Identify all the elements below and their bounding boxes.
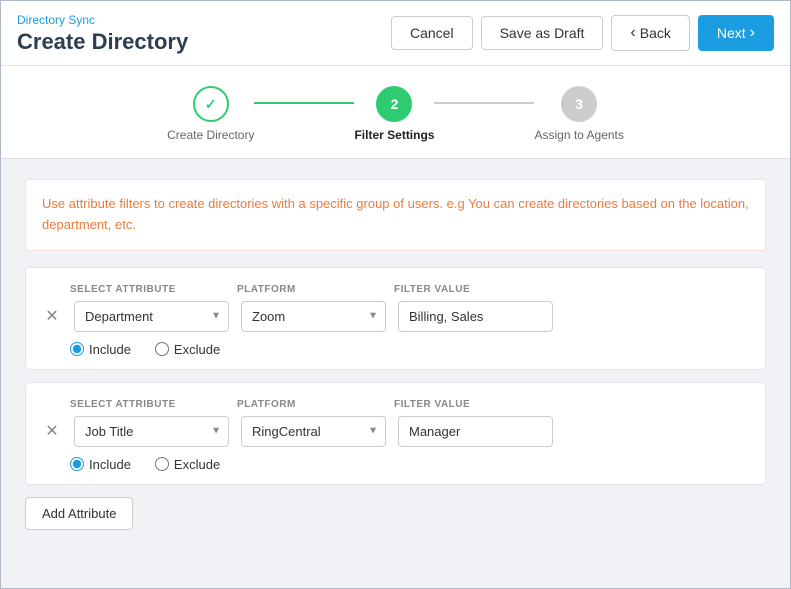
- content-area: Create Directory 2 Filter Settings 3 Ass…: [1, 66, 790, 588]
- step-1-circle: [193, 86, 229, 122]
- filter-value-label-1: FILTER VALUE: [394, 284, 549, 295]
- step-create-directory: Create Directory: [167, 86, 254, 142]
- platform-label-1: PLATFORM: [237, 284, 382, 295]
- filter-value-label-2: FILTER VALUE: [394, 399, 549, 410]
- chevron-right-icon: [750, 24, 755, 42]
- include-radio-2[interactable]: [70, 457, 84, 471]
- step-2-label: Filter Settings: [354, 128, 434, 142]
- attribute-select-2[interactable]: Department Job Title Location Manager: [74, 416, 229, 447]
- remove-filter-2-button[interactable]: ✕: [42, 421, 62, 441]
- connector-2-3: [434, 102, 534, 104]
- page-title: Create Directory: [17, 29, 188, 55]
- main-container: Directory Sync Create Directory Cancel S…: [0, 0, 791, 589]
- filter-inputs-1: ✕ Department Job Title Location Manager …: [42, 301, 749, 332]
- include-option-1[interactable]: Include: [70, 342, 131, 357]
- attribute-select-wrapper-1: Department Job Title Location Manager ▼: [74, 301, 229, 332]
- breadcrumb-link[interactable]: Directory Sync: [17, 13, 95, 27]
- filter-row-1: SELECT ATTRIBUTE PLATFORM FILTER VALUE ✕…: [25, 267, 766, 370]
- add-attribute-button[interactable]: Add Attribute: [25, 497, 133, 530]
- radio-row-2: Include Exclude: [42, 457, 749, 472]
- step-3-label: Assign to Agents: [534, 128, 623, 142]
- radio-row-1: Include Exclude: [42, 342, 749, 357]
- step-2-circle: 2: [376, 86, 412, 122]
- back-button[interactable]: Back: [611, 15, 689, 51]
- header-actions: Cancel Save as Draft Back Next: [391, 15, 774, 51]
- connector-1-2: [254, 102, 354, 104]
- save-draft-button[interactable]: Save as Draft: [481, 16, 604, 50]
- platform-select-wrapper-2: Zoom RingCentral Okta Azure AD ▼: [241, 416, 386, 447]
- filter-inputs-2: ✕ Department Job Title Location Manager …: [42, 416, 749, 447]
- header: Directory Sync Create Directory Cancel S…: [1, 1, 790, 66]
- stepper-container: Create Directory 2 Filter Settings 3 Ass…: [1, 66, 790, 159]
- next-button[interactable]: Next: [698, 15, 774, 51]
- filter-headers-1: SELECT ATTRIBUTE PLATFORM FILTER VALUE: [42, 284, 749, 295]
- exclude-option-2[interactable]: Exclude: [155, 457, 220, 472]
- platform-select-2[interactable]: Zoom RingCentral Okta Azure AD: [241, 416, 386, 447]
- stepper: Create Directory 2 Filter Settings 3 Ass…: [167, 86, 624, 142]
- include-option-2[interactable]: Include: [70, 457, 131, 472]
- filter-value-input-1[interactable]: [398, 301, 553, 332]
- attribute-select-1[interactable]: Department Job Title Location Manager: [74, 301, 229, 332]
- header-left: Directory Sync Create Directory: [17, 11, 188, 55]
- filter-headers-2: SELECT ATTRIBUTE PLATFORM FILTER VALUE: [42, 399, 749, 410]
- remove-filter-1-button[interactable]: ✕: [42, 306, 62, 326]
- filter-row-2: SELECT ATTRIBUTE PLATFORM FILTER VALUE ✕…: [25, 382, 766, 485]
- step-1-label: Create Directory: [167, 128, 254, 142]
- include-radio-1[interactable]: [70, 342, 84, 356]
- attribute-select-wrapper-2: Department Job Title Location Manager ▼: [74, 416, 229, 447]
- checkmark-icon: [205, 96, 217, 113]
- platform-select-1[interactable]: Zoom RingCentral Okta Azure AD: [241, 301, 386, 332]
- filters-section: SELECT ATTRIBUTE PLATFORM FILTER VALUE ✕…: [25, 267, 766, 485]
- step-3-circle: 3: [561, 86, 597, 122]
- platform-label-2: PLATFORM: [237, 399, 382, 410]
- exclude-option-1[interactable]: Exclude: [155, 342, 220, 357]
- platform-select-wrapper-1: Zoom RingCentral Okta Azure AD ▼: [241, 301, 386, 332]
- info-section: Use attribute filters to create director…: [25, 179, 766, 251]
- add-attribute-section: Add Attribute: [25, 497, 766, 530]
- exclude-radio-1[interactable]: [155, 342, 169, 356]
- cancel-button[interactable]: Cancel: [391, 16, 473, 50]
- step-filter-settings: 2 Filter Settings: [354, 86, 434, 142]
- chevron-left-icon: [630, 24, 635, 42]
- select-attribute-label-1: SELECT ATTRIBUTE: [70, 284, 225, 295]
- select-attribute-label-2: SELECT ATTRIBUTE: [70, 399, 225, 410]
- filter-value-input-2[interactable]: [398, 416, 553, 447]
- step-assign-agents: 3 Assign to Agents: [534, 86, 623, 142]
- info-text: Use attribute filters to create director…: [42, 194, 749, 236]
- exclude-radio-2[interactable]: [155, 457, 169, 471]
